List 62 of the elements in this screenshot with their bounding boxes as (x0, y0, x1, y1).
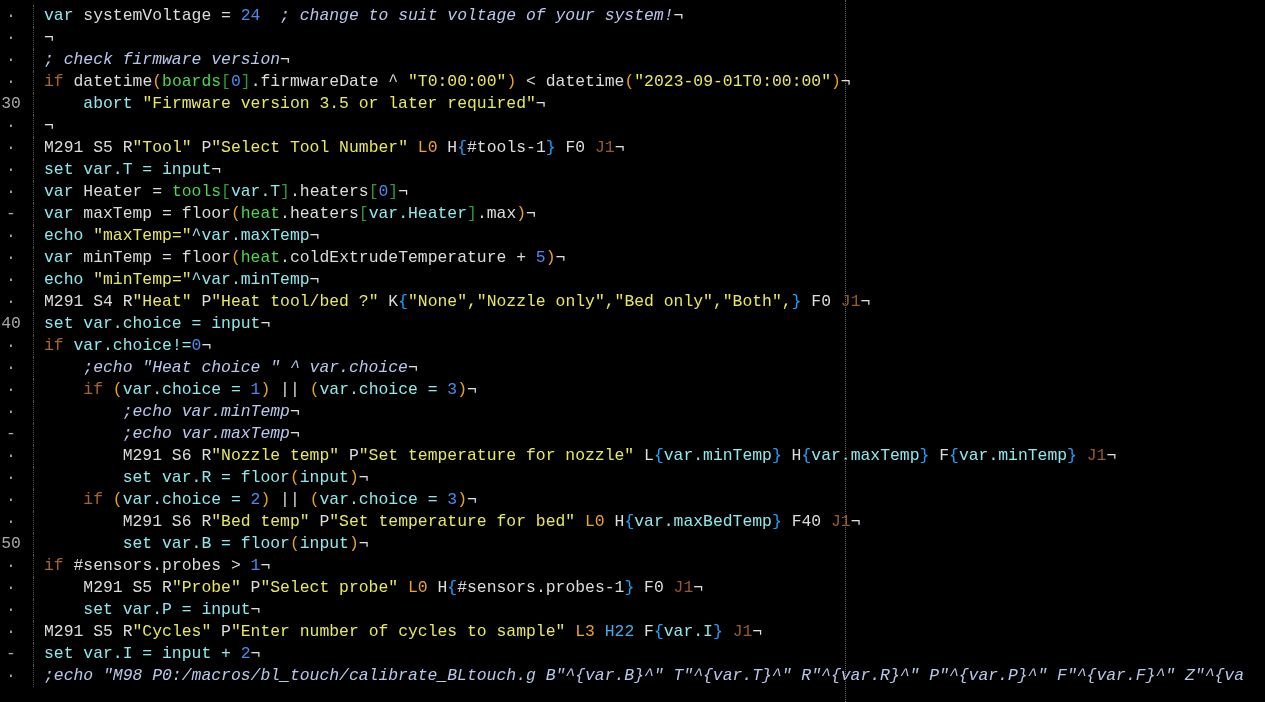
code-line: ¬ (44, 115, 54, 137)
code-line: ; check firmware version¬ (44, 49, 290, 71)
code-line: set var.choice = input¬ (44, 313, 271, 335)
line-gutter-mark: - (5, 423, 17, 445)
code-line: set var.R = floor(input)¬ (121, 467, 369, 489)
line-gutter-mark: · (5, 5, 17, 27)
line-gutter-mark: · (5, 291, 17, 313)
line-gutter-mark: · (5, 665, 17, 687)
code-line: if var.choice!=0¬ (44, 335, 212, 357)
line-gutter-mark: · (5, 181, 17, 203)
code-line: if (var.choice = 2) || (var.choice = 3)¬ (82, 489, 477, 511)
line-gutter-mark: · (5, 335, 17, 357)
line-gutter-mark: · (5, 269, 17, 291)
code-line: ¬ (44, 27, 54, 49)
line-gutter-mark: · (5, 137, 17, 159)
code-line: if datetime(boards[0].firmwareDate ^ "T0:00:00") < datetime("2023-09-01T0:00:00")¬ (44, 71, 851, 93)
line-gutter-mark: - (5, 643, 17, 665)
code-line: set var.I = input + 2¬ (44, 643, 261, 665)
code-line: var maxTemp = floor(heat.heaters[var.Heater].max)¬ (44, 203, 536, 225)
code-line: var systemVoltage = 24 ; change to suit voltage of your system!¬ (44, 5, 684, 27)
line-gutter-mark: 50 (0, 533, 22, 555)
line-gutter-mark: · (5, 445, 17, 467)
line-gutter-mark: · (5, 467, 17, 489)
code-line: echo "minTemp="^var.minTemp¬ (44, 269, 320, 291)
code-line: ;echo var.minTemp¬ (121, 401, 300, 423)
code-line: set var.P = input¬ (82, 599, 261, 621)
code-line: ;echo var.maxTemp¬ (121, 423, 300, 445)
line-gutter-mark: · (5, 247, 17, 269)
code-line: ;echo "M98 P0:/macros/bl_touch/calibrate_BLtouch.g B"^{var.B}^" T"^{var.T}^" R"^{var.R}^" P"^{var.P}^" F"^{var.F}^" Z"^{va (44, 665, 1244, 687)
line-gutter-mark: · (5, 49, 17, 71)
line-gutter-mark: · (5, 115, 17, 137)
code-line: if #sensors.probes > 1¬ (44, 555, 271, 577)
code-line: M291 S4 R"Heat" P"Heat tool/bed ?" K{"None","Nozzle only","Bed only","Both",} F0 J1¬ (44, 291, 871, 313)
line-gutter-mark: · (5, 511, 17, 533)
code-line: echo "maxTemp="^var.maxTemp¬ (44, 225, 320, 247)
code-line: M291 S5 R"Probe" P"Select probe" L0 H{#sensors.probes-1} F0 J1¬ (82, 577, 704, 599)
line-gutter-mark: · (5, 225, 17, 247)
line-gutter-mark: · (5, 489, 17, 511)
code-line: M291 S5 R"Tool" P"Select Tool Number" L0 H{#tools-1} F0 J1¬ (44, 137, 625, 159)
code-line: var minTemp = floor(heat.coldExtrudeTemperature + 5)¬ (44, 247, 566, 269)
line-gutter-mark: 30 (0, 93, 22, 115)
code-line: set var.B = floor(input)¬ (121, 533, 369, 555)
line-gutter-mark: · (5, 555, 17, 577)
code-line: set var.T = input¬ (44, 159, 222, 181)
line-gutter-mark: · (5, 357, 17, 379)
line-gutter-mark: · (5, 599, 17, 621)
line-gutter-mark: · (5, 577, 17, 599)
code-line: abort "Firmware version 3.5 or later required"¬ (82, 93, 546, 115)
code-line: var Heater = tools[var.T].heaters[0]¬ (44, 181, 409, 203)
code-line: ;echo "Heat choice " ^ var.choice¬ (82, 357, 418, 379)
line-gutter-mark: · (5, 159, 17, 181)
line-gutter-mark: · (5, 379, 17, 401)
line-gutter-mark: · (5, 71, 17, 93)
line-gutter-mark: - (5, 203, 17, 225)
code-line: if (var.choice = 1) || (var.choice = 3)¬ (82, 379, 477, 401)
code-line: M291 S5 R"Cycles" P"Enter number of cycles to sample" L3 H22 F{var.I} J1¬ (44, 621, 763, 643)
line-gutter-mark: 40 (0, 313, 22, 335)
line-gutter-mark: · (5, 401, 17, 423)
code-line: M291 S6 R"Bed temp" P"Set temperature for bed" L0 H{var.maxBedTemp} F40 J1¬ (121, 511, 861, 533)
line-gutter-mark: · (5, 621, 17, 643)
line-gutter-mark: · (5, 27, 17, 49)
code-line: M291 S6 R"Nozzle temp" P"Set temperature for nozzle" L{var.minTemp} H{var.maxTemp} F{var.minTemp} J1¬ (121, 445, 1117, 467)
